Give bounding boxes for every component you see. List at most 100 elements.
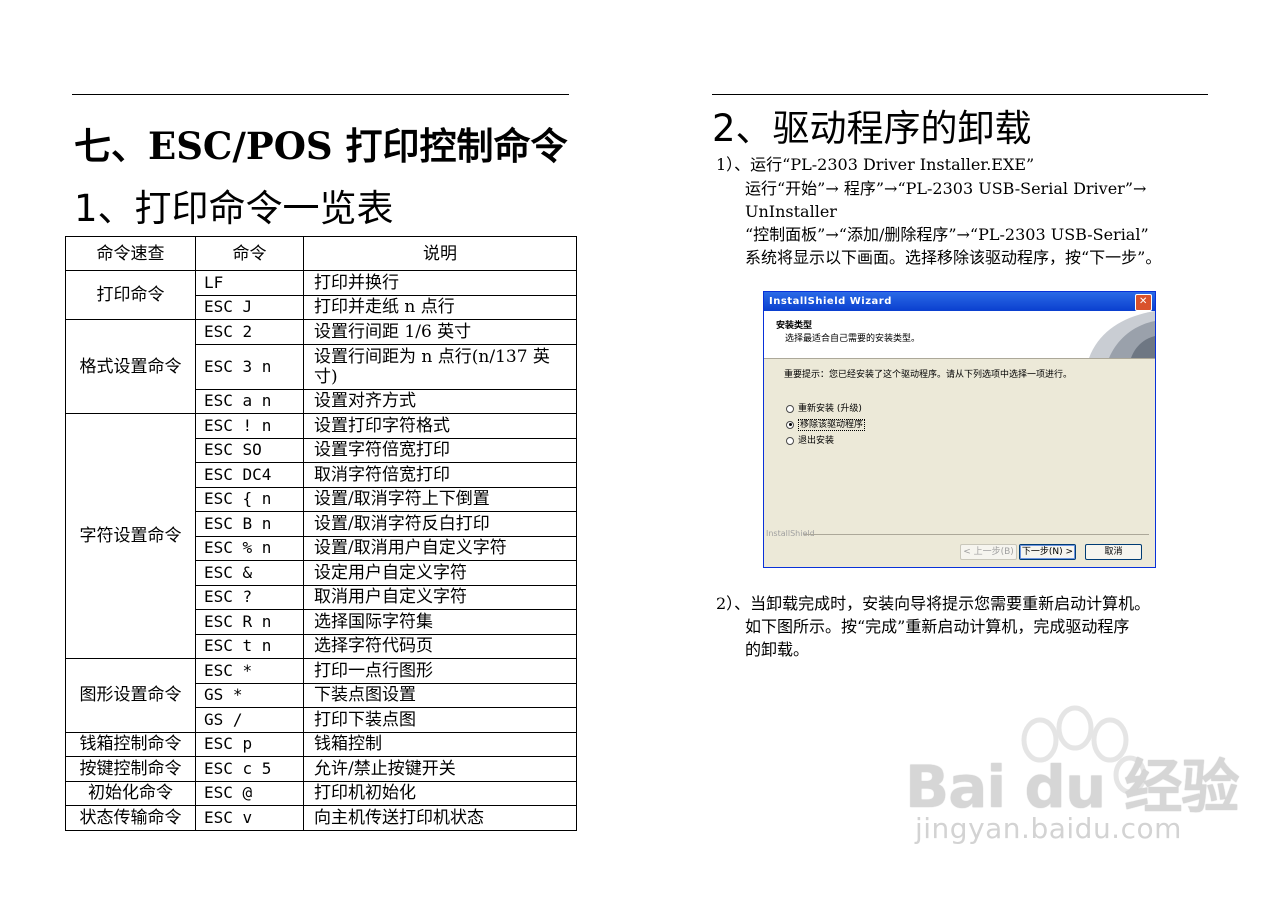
radio-selected-icon[interactable] [786, 420, 794, 429]
step1-line4: “控制面板”→“添加/删除程序”→“PL-2303 USB-Serial” [745, 225, 1149, 244]
command-code: ESC % n [195, 535, 304, 561]
dialog-title: InstallShield Wizard [769, 296, 892, 307]
command-code: ESC SO [195, 437, 304, 463]
left-top-rule [72, 94, 569, 95]
header-description: 说明 [303, 236, 577, 271]
command-category: 钱箱控制命令 [65, 731, 196, 757]
command-code: ESC R n [195, 609, 304, 635]
step1-line3: UnInstaller [745, 202, 837, 221]
command-code: ESC DC4 [195, 462, 304, 488]
dialog-header: 安装类型 选择最适合自己需要的安装类型。 [764, 311, 1155, 359]
step2-line1: 2）、当卸载完成时，安装向导将提示您需要重新启动计算机。 [716, 594, 1151, 613]
radio-icon[interactable] [786, 404, 794, 413]
command-description: 选择国际字符集 [303, 609, 577, 635]
option-exit[interactable]: 退出安装 [786, 433, 834, 446]
command-description: 设置/取消字符上下倒置 [303, 486, 577, 512]
command-description: 设置字符倍宽打印 [303, 437, 577, 463]
command-code: ESC & [195, 560, 304, 586]
command-code: ESC @ [195, 780, 304, 806]
command-category: 状态传输命令 [65, 805, 196, 831]
command-description: 设置行间距为 n 点行(n/137 英寸) [303, 343, 577, 390]
header-category: 命令速查 [65, 236, 196, 271]
option-remove[interactable]: 移除该驱动程序 [786, 417, 866, 431]
command-code: ESC a n [195, 388, 304, 414]
command-code: ESC { n [195, 486, 304, 512]
dialog-body: 重要提示：您已经安装了这个驱动程序。请从下列选项中选择一项进行。 重新安装 (升… [764, 359, 1155, 529]
dialog-notice: 重要提示：您已经安装了这个驱动程序。请从下列选项中选择一项进行。 [784, 370, 1073, 380]
table-row: 字符设置命令 ESC ! n 设置打印字符格式 [65, 413, 577, 659]
command-description: 钱箱控制 [303, 731, 577, 757]
command-category: 按键控制命令 [65, 756, 196, 782]
command-code: ESC B n [195, 511, 304, 537]
step2-line3: 的卸载。 [745, 640, 810, 659]
command-description: 打印下装点图 [303, 707, 577, 733]
wizard-art-icon [1069, 311, 1155, 358]
command-description: 设置行间距 1/6 英寸 [303, 319, 577, 345]
command-description: 设置打印字符格式 [303, 413, 577, 439]
command-description: 打印机初始化 [303, 780, 577, 806]
command-description: 设定用户自定义字符 [303, 560, 577, 586]
step2-line2: 如下图所示。按“完成”重新启动计算机，完成驱动程序 [745, 617, 1130, 636]
command-description: 选择字符代码页 [303, 633, 577, 659]
command-description: 向主机传送打印机状态 [303, 805, 577, 831]
command-category: 打印命令 [65, 270, 196, 320]
command-description: 设置/取消用户自定义字符 [303, 535, 577, 561]
table-heading: 1、打印命令一览表 [74, 187, 394, 230]
command-description: 取消字符倍宽打印 [303, 462, 577, 488]
option-reinstall[interactable]: 重新安装 (升级) [786, 401, 862, 414]
table-row: 打印命令 LF 打印并换行 [65, 270, 577, 320]
table-row: 按键控制命令 ESC c 5 允许/禁止按键开关 [65, 756, 577, 782]
installshield-dialog: InstallShield Wizard ✕ 安装类型 选择最适合自己需要的安装… [763, 291, 1156, 568]
option-reinstall-label: 重新安装 (升级) [798, 404, 862, 414]
command-code: ESC 2 [195, 319, 304, 345]
cancel-button[interactable]: 取消 [1085, 544, 1142, 560]
command-code: ESC ? [195, 584, 304, 610]
uninstall-heading: 2、驱动程序的卸载 [712, 107, 1032, 150]
step1-line5: 系统将显示以下画面。选择移除该驱动程序，按“下一步”。 [745, 248, 1162, 267]
dialog-header-title: 安装类型 [776, 321, 813, 331]
command-code: ESC c 5 [195, 756, 304, 782]
step1-line2: 运行“开始”→ 程序”→“PL-2303 USB-Serial Driver”→ [745, 179, 1147, 198]
command-code: ESC t n [195, 633, 304, 659]
command-description: 打印并换行 [303, 270, 577, 296]
command-code: ESC 3 n [195, 343, 304, 390]
dialog-titlebar: InstallShield Wizard ✕ [764, 292, 1155, 311]
table-row: 格式设置命令 ESC 2 设置行间距 1/6 英寸 [65, 319, 577, 414]
command-code: GS / [195, 707, 304, 733]
option-remove-label: 移除该驱动程序 [798, 419, 866, 431]
command-code: ESC * [195, 658, 304, 684]
command-category: 格式设置命令 [65, 319, 196, 414]
command-description: 设置对齐方式 [303, 388, 577, 414]
dialog-divider [804, 534, 1149, 535]
table-header-row: 命令速查 命令 说明 [65, 236, 577, 271]
table-row: 状态传输命令 ESC v 向主机传送打印机状态 [65, 805, 577, 831]
close-icon[interactable]: ✕ [1135, 294, 1152, 311]
command-code: LF [195, 270, 304, 296]
step1-line1: 1）、运行“PL-2303 Driver Installer.EXE” [716, 155, 1035, 174]
command-description: 允许/禁止按键开关 [303, 756, 577, 782]
back-button[interactable]: < 上一步(B) [960, 544, 1017, 560]
command-description: 打印一点行图形 [303, 658, 577, 684]
section-title: 七、ESC/POS 打印控制命令 [74, 124, 568, 168]
right-top-rule [712, 94, 1208, 95]
watermark-url: jingyan.baidu.com [915, 812, 1182, 845]
radio-icon[interactable] [786, 436, 794, 445]
command-category: 图形设置命令 [65, 658, 196, 733]
command-description: 打印并走纸 n 点行 [303, 294, 577, 320]
table-row: 钱箱控制命令 ESC p 钱箱控制 [65, 731, 577, 757]
dialog-header-subtitle: 选择最适合自己需要的安装类型。 [785, 334, 921, 344]
command-category: 初始化命令 [65, 780, 196, 806]
option-exit-label: 退出安装 [798, 436, 835, 446]
command-table: 命令速查 命令 说明 打印命令 LF 打印并换行 ESC J 打印并走纸 n 点行 格式设… [65, 236, 577, 831]
table-row: 图形设置命令 ESC * 打印一点行图形 [65, 658, 577, 733]
table-row: 初始化命令 ESC @ 打印机初始化 [65, 780, 577, 806]
command-code: ESC p [195, 731, 304, 757]
command-code: ESC J [195, 294, 304, 320]
command-description: 取消用户自定义字符 [303, 584, 577, 610]
command-code: ESC ! n [195, 413, 304, 439]
table-body: 打印命令 LF 打印并换行 ESC J 打印并走纸 n 点行 格式设置命令 ESC 2 设置行… [65, 270, 577, 831]
command-category: 字符设置命令 [65, 413, 196, 659]
command-description: 设置/取消字符反白打印 [303, 511, 577, 537]
command-description: 下装点图设置 [303, 682, 577, 708]
next-button[interactable]: 下一步(N) > [1019, 544, 1076, 560]
